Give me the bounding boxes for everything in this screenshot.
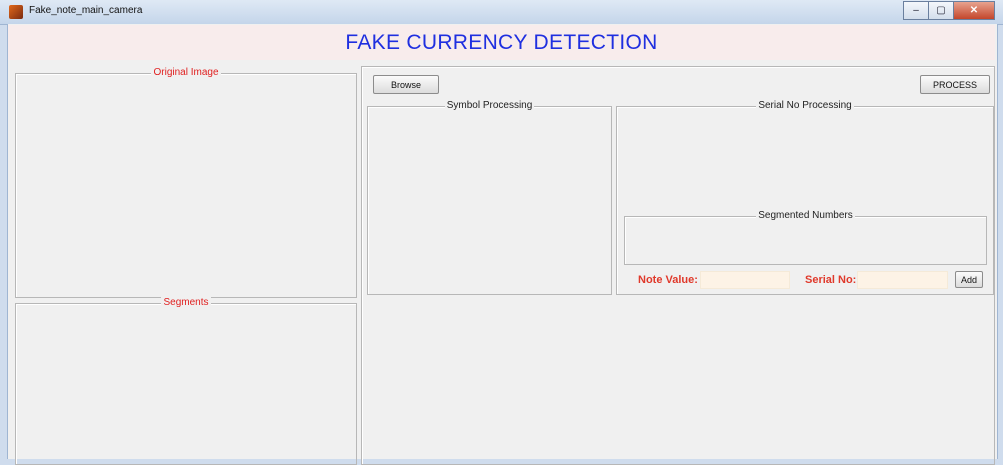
window-title: Fake_note_main_camera xyxy=(29,5,143,16)
serial-no-label: Serial No: xyxy=(805,274,857,286)
symbol-processing-title: Symbol Processing xyxy=(444,100,535,111)
note-value-field[interactable] xyxy=(700,271,790,289)
window-controls: – ▢ ✕ xyxy=(903,1,995,20)
process-button[interactable]: PROCESS xyxy=(920,75,990,94)
segments-title: Segments xyxy=(161,297,211,308)
original-image-panel: Original Image xyxy=(15,67,357,298)
serial-processing-panel: Serial No Processing xyxy=(616,100,994,295)
title-bar: Fake_note_main_camera – ▢ ✕ xyxy=(0,0,1003,25)
original-image-title: Original Image xyxy=(151,67,221,78)
note-value-label: Note Value: xyxy=(638,274,698,286)
segments-panel: Segments xyxy=(15,297,357,465)
segmented-numbers-panel: Segmented Numbers xyxy=(624,210,987,265)
maximize-icon[interactable]: ▢ xyxy=(928,1,954,20)
page-title: FAKE CURRENCY DETECTION xyxy=(345,31,658,54)
serial-processing-title: Serial No Processing xyxy=(756,100,854,111)
minimize-icon[interactable]: – xyxy=(903,1,929,20)
browse-button[interactable]: Browse xyxy=(373,75,439,94)
symbol-processing-panel: Symbol Processing xyxy=(367,100,612,295)
banner: FAKE CURRENCY DETECTION xyxy=(8,25,995,60)
add-button[interactable]: Add xyxy=(955,271,983,288)
application-window: Fake_note_main_camera – ▢ ✕ FAKE CURRENC… xyxy=(0,0,1003,465)
segmented-numbers-title: Segmented Numbers xyxy=(756,210,855,221)
close-icon[interactable]: ✕ xyxy=(953,1,995,20)
app-icon xyxy=(9,5,23,19)
serial-no-field[interactable] xyxy=(857,271,948,289)
